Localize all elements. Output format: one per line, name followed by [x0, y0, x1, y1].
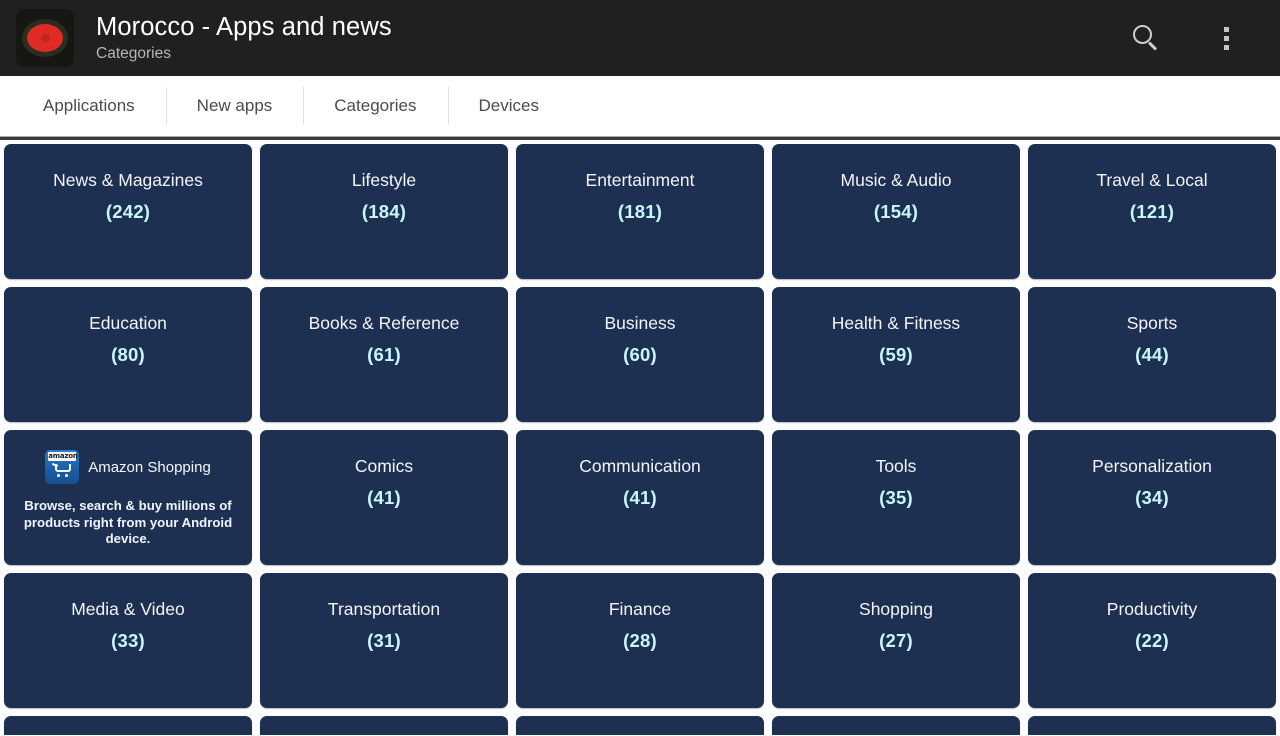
category-card[interactable]: Education (80)	[4, 287, 252, 422]
category-count: (80)	[111, 344, 145, 366]
category-title: Lifestyle	[351, 170, 417, 190]
header-title-block: Morocco - Apps and news Categories	[96, 14, 392, 62]
category-title: Books & Reference	[308, 313, 460, 333]
promo-app-name: Amazon Shopping	[88, 458, 211, 476]
category-card[interactable]: Sports (44)	[1028, 287, 1276, 422]
category-card[interactable]: Travel & Local (121)	[1028, 144, 1276, 279]
category-row: Media & Video (33) Transportation (31) Finan…	[4, 573, 1276, 708]
category-title: Transportation	[327, 599, 441, 619]
category-card[interactable]: Media & Video (33)	[4, 573, 252, 708]
category-grid: News & Magazines (242) Lifestyle (184) Enter…	[0, 140, 1280, 735]
category-count: (181)	[617, 201, 663, 223]
category-card[interactable]	[4, 716, 252, 735]
category-count: (22)	[1135, 630, 1169, 652]
category-card[interactable]: Finance (28)	[516, 573, 764, 708]
category-card[interactable]	[260, 716, 508, 735]
category-count: (44)	[1135, 344, 1169, 366]
promo-header: amazon Amazon Shopping	[4, 450, 252, 484]
category-title: Personalization	[1092, 456, 1212, 476]
tab-applications[interactable]: Applications	[12, 76, 166, 136]
category-count: (28)	[623, 630, 657, 652]
search-button[interactable]	[1124, 16, 1168, 60]
page-subtitle: Categories	[96, 44, 171, 62]
category-row: News & Magazines (242) Lifestyle (184) Enter…	[4, 144, 1276, 279]
category-card[interactable]: Business (60)	[516, 287, 764, 422]
category-card[interactable]: Music & Audio (154)	[772, 144, 1020, 279]
category-card[interactable]: Productivity (22)	[1028, 573, 1276, 708]
category-card[interactable]: Tools (35)	[772, 430, 1020, 565]
category-title: Sports	[1126, 313, 1178, 333]
category-row	[4, 716, 1276, 735]
category-card[interactable]: Lifestyle (184)	[260, 144, 508, 279]
category-count: (34)	[1135, 487, 1169, 509]
category-count: (61)	[367, 344, 401, 366]
category-count: (33)	[111, 630, 145, 652]
category-title: Music & Audio	[840, 170, 952, 190]
promo-description: Browse, search & buy millions of product…	[23, 498, 233, 546]
category-card[interactable]: Entertainment (181)	[516, 144, 764, 279]
more-vertical-icon	[1223, 26, 1229, 50]
page-title: Morocco - Apps and news	[96, 12, 392, 41]
category-title: Shopping	[859, 599, 933, 619]
category-title: Finance	[608, 599, 672, 619]
tab-bar: Applications New apps Categories Devices	[0, 76, 1280, 136]
overflow-menu-button[interactable]	[1204, 16, 1248, 60]
category-card[interactable]	[772, 716, 1020, 735]
category-title: News & Magazines	[53, 170, 203, 190]
category-title: Health & Fitness	[831, 313, 961, 333]
category-count: (154)	[873, 201, 919, 223]
tab-new-apps[interactable]: New apps	[165, 76, 304, 136]
tab-categories[interactable]: Categories	[303, 76, 447, 136]
category-title: Productivity	[1106, 599, 1198, 619]
category-card[interactable]: Transportation (31)	[260, 573, 508, 708]
header-actions	[1124, 16, 1266, 60]
category-title: Tools	[875, 456, 917, 476]
category-count: (60)	[623, 344, 657, 366]
flag-icon-ring	[22, 19, 68, 57]
category-title: Communication	[579, 456, 701, 476]
category-count: (184)	[361, 201, 407, 223]
flag-icon-star	[27, 24, 63, 52]
category-card[interactable]: Communication (41)	[516, 430, 764, 565]
category-title: Business	[604, 313, 676, 333]
amazon-wordmark: amazon	[48, 452, 78, 461]
category-count: (121)	[1129, 201, 1175, 223]
promo-card-amazon-shopping[interactable]: amazon Amazon Shopping Browse, search & bu…	[4, 430, 252, 565]
shopping-cart-icon	[51, 463, 73, 477]
category-count: (59)	[879, 344, 913, 366]
morocco-flag-icon	[16, 9, 74, 67]
category-card[interactable]: Health & Fitness (59)	[772, 287, 1020, 422]
category-title: Education	[89, 313, 167, 333]
category-row: Education (80) Books & Reference (61) Busine…	[4, 287, 1276, 422]
category-card[interactable]: Personalization (34)	[1028, 430, 1276, 565]
category-card[interactable]	[516, 716, 764, 735]
tab-devices[interactable]: Devices	[447, 76, 570, 136]
category-count: (41)	[623, 487, 657, 509]
category-count: (242)	[105, 201, 151, 223]
category-count: (27)	[879, 630, 913, 652]
category-count: (35)	[879, 487, 913, 509]
category-card[interactable]: Comics (41)	[260, 430, 508, 565]
search-icon	[1133, 25, 1159, 51]
category-card[interactable]: Shopping (27)	[772, 573, 1020, 708]
app-header: Morocco - Apps and news Categories	[0, 0, 1280, 76]
category-title: Media & Video	[71, 599, 185, 619]
category-row: amazon Amazon Shopping Browse, search & bu…	[4, 430, 1276, 565]
category-card[interactable]: News & Magazines (242)	[4, 144, 252, 279]
amazon-shopping-icon: amazon	[45, 450, 80, 484]
category-count: (31)	[367, 630, 401, 652]
category-title: Entertainment	[585, 170, 695, 190]
category-count: (41)	[367, 487, 401, 509]
category-card[interactable]: Books & Reference (61)	[260, 287, 508, 422]
category-card[interactable]	[1028, 716, 1276, 735]
category-title: Travel & Local	[1096, 170, 1208, 190]
category-title: Comics	[354, 456, 414, 476]
